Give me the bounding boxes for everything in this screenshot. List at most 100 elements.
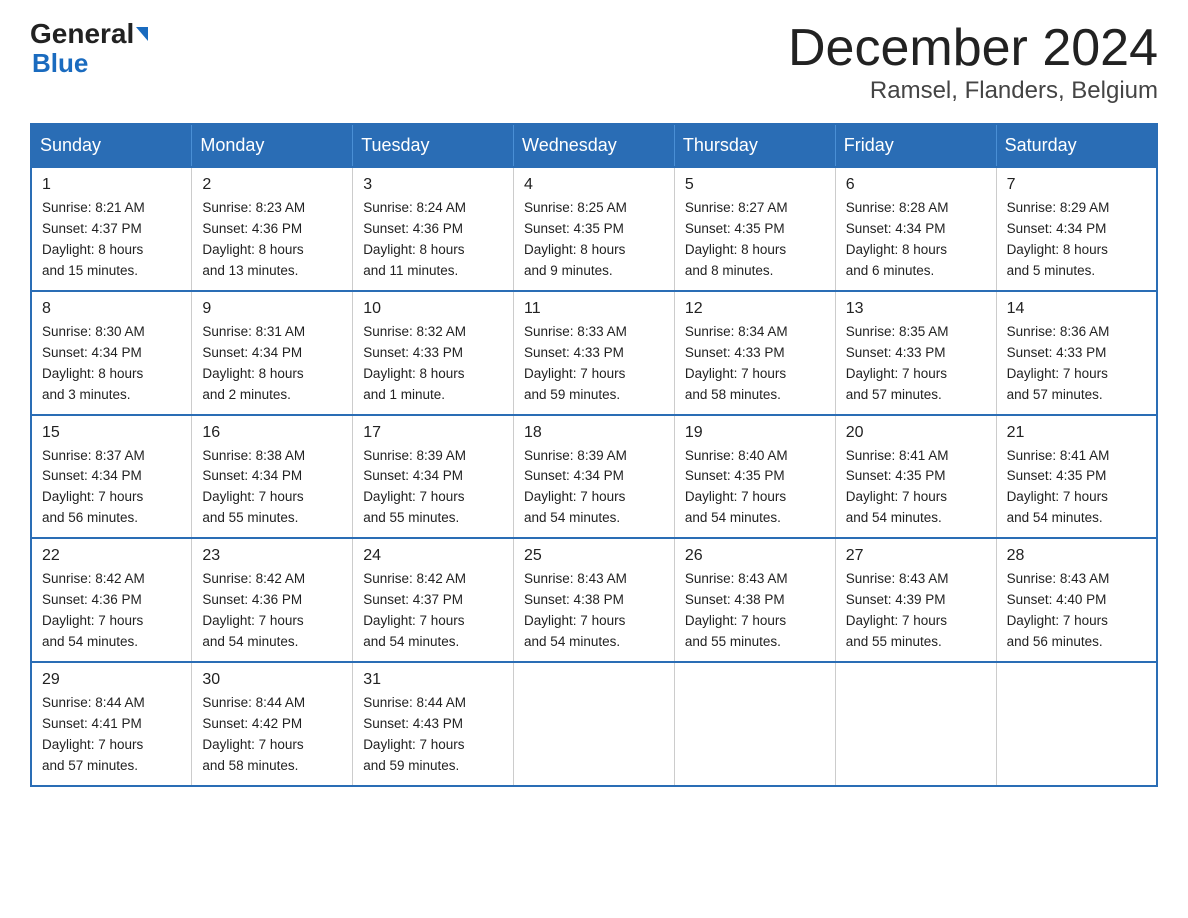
day-info: Sunrise: 8:38 AMSunset: 4:34 PMDaylight:… — [202, 446, 342, 530]
day-info: Sunrise: 8:41 AMSunset: 4:35 PMDaylight:… — [846, 446, 986, 530]
day-info: Sunrise: 8:24 AMSunset: 4:36 PMDaylight:… — [363, 198, 503, 282]
day-number: 24 — [363, 547, 503, 565]
calendar-week-5: 29 Sunrise: 8:44 AMSunset: 4:41 PMDayligh… — [31, 662, 1157, 786]
day-info: Sunrise: 8:29 AMSunset: 4:34 PMDaylight:… — [1007, 198, 1146, 282]
day-number: 25 — [524, 547, 664, 565]
calendar-cell-w3-d1: 15 Sunrise: 8:37 AMSunset: 4:34 PMDayligh… — [31, 415, 192, 539]
day-info: Sunrise: 8:44 AMSunset: 4:42 PMDaylight:… — [202, 693, 342, 777]
logo-arrow-icon — [136, 27, 148, 41]
calendar-cell-w3-d6: 20Sunrise: 8:41 AMSunset: 4:35 PMDayligh… — [835, 415, 996, 539]
day-number: 3 — [363, 176, 503, 194]
day-info: Sunrise: 8:32 AMSunset: 4:33 PMDaylight:… — [363, 322, 503, 406]
logo-line1: General — [30, 20, 148, 48]
calendar-week-1: 1Sunrise: 8:21 AMSunset: 4:37 PMDaylight… — [31, 167, 1157, 291]
day-number: 4 — [524, 176, 664, 194]
calendar-cell-w5-d5 — [674, 662, 835, 786]
day-info: Sunrise: 8:42 AMSunset: 4:36 PMDaylight:… — [42, 569, 181, 653]
col-sunday: Sunday — [31, 124, 192, 167]
calendar-cell-w1-d2: 2 Sunrise: 8:23 AMSunset: 4:36 PMDaylight… — [192, 167, 353, 291]
calendar-cell-w3-d2: 16 Sunrise: 8:38 AMSunset: 4:34 PMDayligh… — [192, 415, 353, 539]
day-number: 23 — [202, 547, 342, 565]
calendar-cell-w1-d7: 7 Sunrise: 8:29 AMSunset: 4:34 PMDaylight… — [996, 167, 1157, 291]
col-tuesday: Tuesday — [353, 124, 514, 167]
day-number: 17 — [363, 424, 503, 442]
day-info: Sunrise: 8:43 AMSunset: 4:38 PMDaylight:… — [524, 569, 664, 653]
calendar-week-3: 15 Sunrise: 8:37 AMSunset: 4:34 PMDayligh… — [31, 415, 1157, 539]
logo-area: General Blue — [30, 20, 148, 79]
day-info: Sunrise: 8:42 AMSunset: 4:36 PMDaylight:… — [202, 569, 342, 653]
calendar-cell-w5-d1: 29 Sunrise: 8:44 AMSunset: 4:41 PMDayligh… — [31, 662, 192, 786]
day-number: 30 — [202, 671, 342, 689]
title-area: December 2024 Ramsel, Flanders, Belgium — [788, 20, 1158, 105]
day-number: 15 — [42, 424, 181, 442]
calendar-cell-w3-d7: 21Sunrise: 8:41 AMSunset: 4:35 PMDayligh… — [996, 415, 1157, 539]
day-number: 16 — [202, 424, 342, 442]
day-info: Sunrise: 8:44 AMSunset: 4:41 PMDaylight:… — [42, 693, 181, 777]
day-number: 27 — [846, 547, 986, 565]
calendar-cell-w5-d7 — [996, 662, 1157, 786]
day-number: 2 — [202, 176, 342, 194]
day-number: 31 — [363, 671, 503, 689]
location-title: Ramsel, Flanders, Belgium — [788, 77, 1158, 105]
day-number: 29 — [42, 671, 181, 689]
logo-text-blue: Blue — [32, 48, 88, 79]
col-saturday: Saturday — [996, 124, 1157, 167]
month-year-title: December 2024 — [788, 20, 1158, 77]
logo-text-general: General — [30, 20, 134, 48]
day-number: 9 — [202, 300, 342, 318]
calendar-cell-w1-d6: 6Sunrise: 8:28 AMSunset: 4:34 PMDaylight… — [835, 167, 996, 291]
day-number: 18 — [524, 424, 664, 442]
day-number: 10 — [363, 300, 503, 318]
calendar-cell-w4-d4: 25 Sunrise: 8:43 AMSunset: 4:38 PMDayligh… — [514, 538, 675, 662]
calendar-cell-w2-d1: 8 Sunrise: 8:30 AMSunset: 4:34 PMDaylight… — [31, 291, 192, 415]
calendar-cell-w1-d4: 4 Sunrise: 8:25 AMSunset: 4:35 PMDaylight… — [514, 167, 675, 291]
calendar-header-row: Sunday Monday Tuesday Wednesday Thursday… — [31, 124, 1157, 167]
calendar-cell-w2-d7: 14Sunrise: 8:36 AMSunset: 4:33 PMDayligh… — [996, 291, 1157, 415]
calendar-cell-w4-d3: 24 Sunrise: 8:42 AMSunset: 4:37 PMDayligh… — [353, 538, 514, 662]
day-info: Sunrise: 8:40 AMSunset: 4:35 PMDaylight:… — [685, 446, 825, 530]
day-info: Sunrise: 8:33 AMSunset: 4:33 PMDaylight:… — [524, 322, 664, 406]
day-info: Sunrise: 8:36 AMSunset: 4:33 PMDaylight:… — [1007, 322, 1146, 406]
day-number: 7 — [1007, 176, 1146, 194]
day-info: Sunrise: 8:43 AMSunset: 4:39 PMDaylight:… — [846, 569, 986, 653]
calendar-week-2: 8 Sunrise: 8:30 AMSunset: 4:34 PMDaylight… — [31, 291, 1157, 415]
day-info: Sunrise: 8:27 AMSunset: 4:35 PMDaylight:… — [685, 198, 825, 282]
day-info: Sunrise: 8:42 AMSunset: 4:37 PMDaylight:… — [363, 569, 503, 653]
day-number: 26 — [685, 547, 825, 565]
day-number: 28 — [1007, 547, 1146, 565]
day-number: 12 — [685, 300, 825, 318]
calendar-cell-w3-d5: 19 Sunrise: 8:40 AMSunset: 4:35 PMDayligh… — [674, 415, 835, 539]
day-info: Sunrise: 8:25 AMSunset: 4:35 PMDaylight:… — [524, 198, 664, 282]
calendar-cell-w4-d6: 27 Sunrise: 8:43 AMSunset: 4:39 PMDayligh… — [835, 538, 996, 662]
day-info: Sunrise: 8:43 AMSunset: 4:40 PMDaylight:… — [1007, 569, 1146, 653]
calendar-week-4: 22 Sunrise: 8:42 AMSunset: 4:36 PMDayligh… — [31, 538, 1157, 662]
day-info: Sunrise: 8:37 AMSunset: 4:34 PMDaylight:… — [42, 446, 181, 530]
day-info: Sunrise: 8:21 AMSunset: 4:37 PMDaylight:… — [42, 198, 181, 282]
col-monday: Monday — [192, 124, 353, 167]
day-info: Sunrise: 8:34 AMSunset: 4:33 PMDaylight:… — [685, 322, 825, 406]
calendar-cell-w5-d6 — [835, 662, 996, 786]
day-info: Sunrise: 8:31 AMSunset: 4:34 PMDaylight:… — [202, 322, 342, 406]
calendar-cell-w1-d1: 1Sunrise: 8:21 AMSunset: 4:37 PMDaylight… — [31, 167, 192, 291]
calendar-cell-w4-d2: 23 Sunrise: 8:42 AMSunset: 4:36 PMDayligh… — [192, 538, 353, 662]
calendar-cell-w2-d5: 12 Sunrise: 8:34 AMSunset: 4:33 PMDayligh… — [674, 291, 835, 415]
calendar-cell-w2-d6: 13Sunrise: 8:35 AMSunset: 4:33 PMDayligh… — [835, 291, 996, 415]
day-info: Sunrise: 8:23 AMSunset: 4:36 PMDaylight:… — [202, 198, 342, 282]
day-number: 22 — [42, 547, 181, 565]
calendar-cell-w1-d5: 5Sunrise: 8:27 AMSunset: 4:35 PMDaylight… — [674, 167, 835, 291]
calendar-table: Sunday Monday Tuesday Wednesday Thursday… — [30, 123, 1158, 786]
top-section: General Blue December 2024 Ramsel, Fland… — [30, 20, 1158, 105]
day-number: 6 — [846, 176, 986, 194]
col-thursday: Thursday — [674, 124, 835, 167]
day-info: Sunrise: 8:30 AMSunset: 4:34 PMDaylight:… — [42, 322, 181, 406]
day-number: 13 — [846, 300, 986, 318]
col-friday: Friday — [835, 124, 996, 167]
day-number: 11 — [524, 300, 664, 318]
col-wednesday: Wednesday — [514, 124, 675, 167]
day-number: 8 — [42, 300, 181, 318]
day-info: Sunrise: 8:43 AMSunset: 4:38 PMDaylight:… — [685, 569, 825, 653]
day-number: 19 — [685, 424, 825, 442]
calendar-cell-w3-d3: 17Sunrise: 8:39 AMSunset: 4:34 PMDayligh… — [353, 415, 514, 539]
calendar-cell-w2-d3: 10 Sunrise: 8:32 AMSunset: 4:33 PMDayligh… — [353, 291, 514, 415]
calendar-cell-w2-d4: 11 Sunrise: 8:33 AMSunset: 4:33 PMDayligh… — [514, 291, 675, 415]
